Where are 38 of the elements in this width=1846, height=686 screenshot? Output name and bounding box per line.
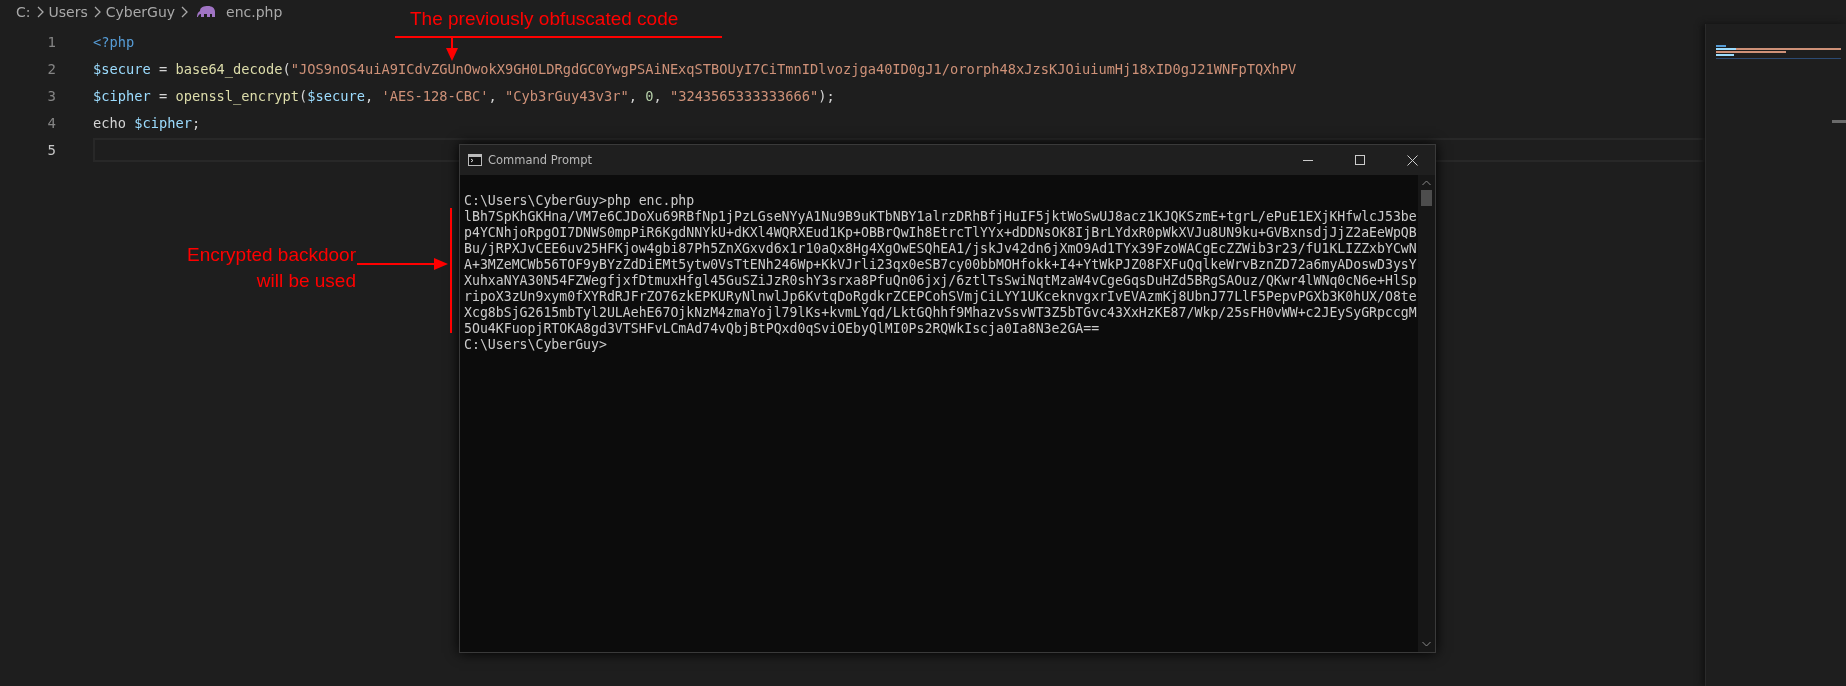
close-icon — [1406, 154, 1418, 166]
console-line: C:\Users\CyberGuy>php enc.php — [464, 193, 696, 209]
folder-breadcrumb[interactable]: CyberGuy — [105, 4, 176, 20]
chevron-right-icon — [180, 6, 189, 18]
code-line: <?php — [93, 32, 135, 52]
line-number: 2 — [46, 60, 56, 77]
scrollbar-thumb-icon[interactable] — [1832, 120, 1846, 123]
console-line: lBh7SpKhGKHna/VM7e6CJDoXu69RBfNp1jPzLGseNYyA1Nu9B9uKTbNBY1alrzDRhBfjHuIF5jktWoSwUJ8acz1KJQKSzmE+tgrL/ePuE1EXjKHfwlcJ53be — [464, 209, 1418, 225]
line-number: 3 — [46, 87, 56, 104]
folder-breadcrumb[interactable]: Users — [48, 4, 88, 20]
chevron-right-icon — [92, 6, 101, 18]
folder-breadcrumb[interactable]: C: — [16, 4, 31, 20]
console-line: 5Ou4KFuopjRTOKA8gd3VTSHFvLCmAd74vQbjBtPQxd0qSviOEbyQlMI0Ps2RQWkIscja0Ia8N3e2GA== — [464, 321, 1101, 337]
elephant-icon — [197, 5, 218, 19]
maximize-icon — [1354, 154, 1366, 166]
console-line: C:\Users\CyberGuy> — [464, 337, 608, 353]
code-line: $secure = base64_decode("JOS9nOS4uiA9ICdvZGUnOwokX9GH0LDRgdGC0YwgPSAiNExqSTBOUyI7CiTmnIDlvozjga40ID0gJ1/ororph48xJzsKJOiuiumHj18xID0gJ21WNFpTQXhPV — [93, 59, 1297, 80]
scroll-down-icon[interactable] — [1422, 641, 1431, 647]
annotation-text: Encrypted backdoor will be used — [187, 243, 356, 293]
console-line: A+3MZeMCWb56TOF9yBYzZdDiEMt5ytw0VsTtENh246Wp+KkVJrli23qx0eSB7cy00bbMOHfokk+I4+YtWkPJZ08FXFuQqlkeWrvBznZD72a6myADoswD3ysY — [464, 257, 1418, 273]
console-line: Bu/jRPXJvCEE6uv25HFKjow4gbi87Ph5ZnXGxvd6x1r10aQx8Hg4XgOwESQhEA1/jskJv42dn6jXmO9Ad1TYx39FzoWACgEcZZWib3r23/fU1KLIZZxbYCwN — [464, 241, 1418, 257]
console-line: XuhxaNYA30N54FZWegfjxfDtmuxHfgl45GuSZiJzR0shY3srxa8PfuQn06jxj/6ztlTsSwiNqtMzaW4vCgeGqsDuHZd5BRgSAOuz/QKwr4lWNq0cN6e+HlSp — [464, 273, 1418, 289]
scroll-up-icon[interactable] — [1422, 180, 1431, 186]
line-number: 1 — [46, 33, 56, 50]
file-breadcrumb[interactable]: enc.php — [226, 4, 283, 20]
code-line: $cipher = openssl_encrypt($secure, 'AES-128-CBC', "Cyb3rGuy43v3r", 0, "3243565333333666"); — [93, 86, 835, 107]
terminal-icon — [468, 154, 482, 166]
line-number: 5 — [46, 141, 56, 158]
line-number: 4 — [46, 114, 56, 131]
window-title: Command Prompt — [488, 153, 594, 167]
chevron-right-icon — [35, 6, 44, 18]
annotation-text: The previously obfuscated code — [410, 7, 679, 31]
console-line: p4YCNhjoRpgOI7DNWS0mpPiR6KgdNNYkU+dKXl4WQRXEud1Kp+OBBrQwIh8EtrcTlYYx+dDDNsOK8IjBrLYdxR0pWkXVJu8UN9ku+GVBxnsdjJjZ2aEeWpQB — [464, 225, 1418, 241]
code-line: echo $cipher; — [93, 113, 201, 133]
console-line: Xcg8bSjG2615mbTyl2ULAehE67OjkNzM4zmaYojl79lKs+kvmLYqd/LktGQhhf9MhazvSsvWT3Z5bTGvc43XxHzKE87/Wkp/25sFH0vWW+c2JEySyGRpccgM — [464, 305, 1418, 321]
console-line: ripoX3zUn9xym0fXYRdRJFrZO76zkEPKURyNlnwlJp6KvtqDoRgdkrZCEPCohSVmjCiLYY1UKceknvgxrIvEVAzmKj8UbnJ77LlF5PepvPGXb3K0hUX/O8te — [464, 289, 1418, 305]
scrollbar-thumb-icon[interactable] — [1421, 190, 1432, 206]
arrow — [446, 36, 458, 61]
